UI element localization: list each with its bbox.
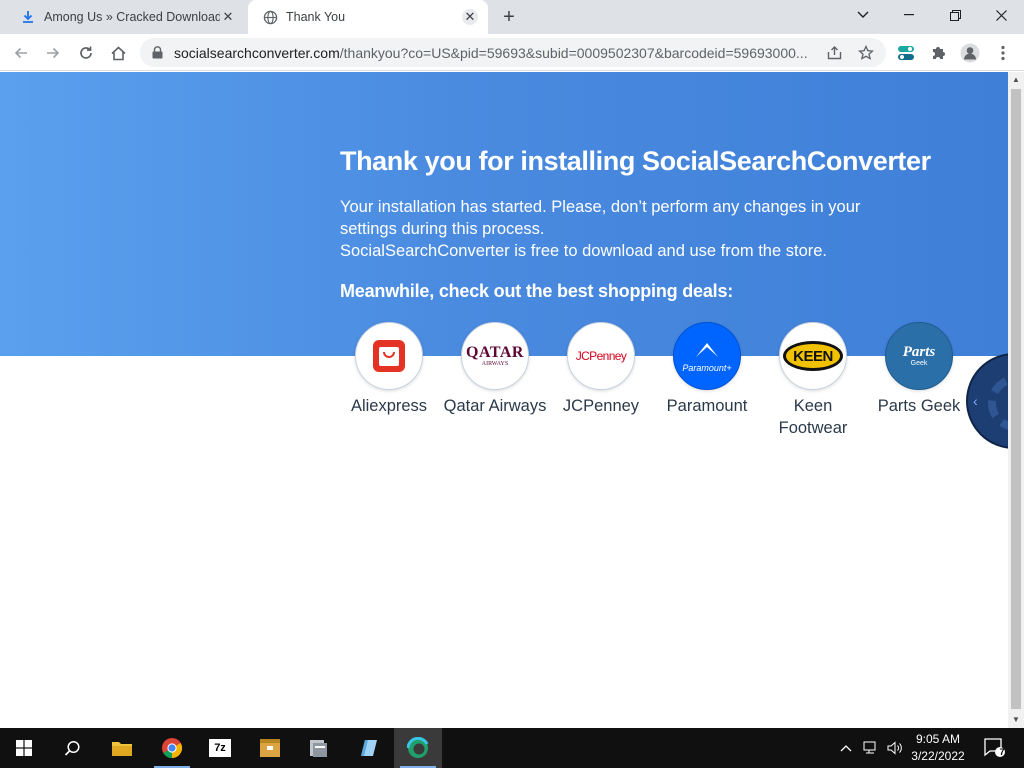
sevenzip-icon[interactable]: 7z — [196, 728, 244, 768]
parts-geek-logo-sub: Geek — [910, 359, 928, 367]
notepad-icon[interactable] — [344, 728, 392, 768]
new-tab-icon[interactable]: + — [498, 7, 520, 27]
clock-time: 9:05 AM — [915, 732, 961, 746]
floating-side-widget[interactable]: ‹ — [966, 353, 1008, 449]
deal-keen-footwear[interactable]: KEEN Keen Footwear — [760, 322, 866, 439]
scroll-up-arrow-icon[interactable]: ▲ — [1008, 72, 1024, 88]
deal-label[interactable]: Paramount — [654, 395, 760, 417]
download-icon — [20, 9, 36, 25]
notification-count-badge: 7 — [999, 747, 1005, 757]
windows-taskbar: 7z 9:05 AM 3/22/2022 7 — [0, 728, 1024, 768]
page-viewport: Thank you for installing SocialSearchCon… — [0, 72, 1008, 728]
chevron-left-icon[interactable]: ‹ — [973, 393, 978, 409]
install-message: Your installation has started. Please, d… — [340, 196, 900, 262]
clock-date: 3/22/2022 — [911, 749, 965, 763]
qatar-airways-logo-icon[interactable]: QATAR AIRWAYS — [461, 322, 529, 390]
restore-icon[interactable] — [932, 0, 978, 30]
url-path: /thankyou?co=US&pid=59693&subid=00095023… — [339, 44, 808, 61]
tab-strip: Among Us » Cracked Download | ✕ Thank Yo… — [0, 0, 1024, 34]
qatar-logo-sub: AIRWAYS — [481, 360, 509, 367]
volume-icon[interactable] — [884, 728, 906, 768]
deal-qatar-airways[interactable]: QATAR AIRWAYS Qatar Airways — [442, 322, 548, 417]
sevenzip-label: 7z — [209, 739, 231, 757]
share-icon[interactable] — [824, 44, 844, 62]
vertical-scrollbar[interactable]: ▲ ▼ — [1008, 72, 1024, 728]
minimize-icon[interactable] — [886, 0, 932, 30]
forward-icon[interactable] — [40, 40, 66, 66]
tab-title: Among Us » Cracked Download | — [44, 10, 220, 24]
back-icon[interactable] — [8, 40, 34, 66]
action-center-icon[interactable]: 7 — [980, 728, 1010, 768]
deal-jcpenney[interactable]: JCPenney JCPenney — [548, 322, 654, 417]
url-text: socialsearchconverter.com/thankyou?co=US… — [174, 45, 814, 61]
paramount-logo-text: Paramount+ — [682, 362, 732, 373]
start-windows-icon[interactable] — [0, 728, 48, 768]
chrome-icon[interactable] — [148, 728, 196, 768]
tab-thank-you[interactable]: Thank You ✕ — [248, 0, 488, 34]
extension-toggle-icon[interactable] — [893, 40, 919, 66]
address-bar[interactable]: socialsearchconverter.com/thankyou?co=US… — [140, 38, 886, 67]
install-message-line-2: SocialSearchConverter is free to downloa… — [340, 242, 828, 260]
deal-label[interactable]: Aliexpress — [336, 395, 442, 417]
scroll-down-arrow-icon[interactable]: ▼ — [1008, 712, 1024, 728]
installer-icon[interactable] — [294, 728, 342, 768]
deals-heading: Meanwhile, check out the best shopping d… — [340, 281, 734, 301]
reload-icon[interactable] — [73, 40, 99, 66]
tab-title: Thank You — [286, 10, 346, 24]
edge-browser-icon[interactable] — [394, 728, 442, 768]
extensions-puzzle-icon[interactable] — [925, 40, 951, 66]
network-icon[interactable] — [860, 728, 882, 768]
deal-label[interactable]: Parts Geek — [866, 395, 972, 417]
profile-avatar-icon[interactable] — [957, 40, 983, 66]
aliexpress-logo-icon[interactable] — [355, 322, 423, 390]
menu-kebab-icon[interactable] — [990, 40, 1016, 66]
deal-paramount[interactable]: Paramount+ Paramount — [654, 322, 760, 417]
file-explorer-icon[interactable] — [98, 728, 146, 768]
home-icon[interactable] — [105, 40, 131, 66]
tab-close-icon[interactable]: ✕ — [220, 9, 236, 25]
browser-toolbar: socialsearchconverter.com/thankyou?co=US… — [0, 34, 1024, 71]
jcpenney-logo-icon[interactable]: JCPenney — [567, 322, 635, 390]
scroll-thumb[interactable] — [1011, 89, 1021, 709]
lock-icon[interactable] — [152, 46, 166, 59]
gear-icon — [988, 375, 1008, 431]
globe-icon — [262, 9, 278, 25]
keen-logo-icon[interactable]: KEEN — [779, 322, 847, 390]
archive-box-icon[interactable] — [246, 728, 294, 768]
tab-search-icon[interactable] — [840, 0, 886, 30]
paramount-logo-icon[interactable]: Paramount+ — [673, 322, 741, 390]
bookmark-star-icon[interactable] — [856, 44, 876, 62]
tab-among-us[interactable]: Among Us » Cracked Download | ✕ — [6, 0, 246, 34]
deal-aliexpress[interactable]: Aliexpress — [336, 322, 442, 417]
jcpenney-logo-text: JCPenney — [575, 349, 627, 363]
parts-geek-logo-icon[interactable]: Parts Geek — [885, 322, 953, 390]
search-icon[interactable] — [48, 728, 96, 768]
deal-label[interactable]: JCPenney — [548, 395, 654, 417]
parts-geek-logo-text: Parts — [902, 343, 936, 360]
install-message-line-1: Your installation has started. Please, d… — [340, 198, 861, 238]
system-clock[interactable]: 9:05 AM 3/22/2022 — [906, 731, 970, 765]
tab-close-icon[interactable]: ✕ — [462, 9, 478, 25]
page-title: Thank you for installing SocialSearchCon… — [340, 146, 931, 176]
keen-logo-text: KEEN — [793, 347, 833, 365]
qatar-logo-text: QATAR — [466, 343, 524, 361]
tray-expand-chevron-icon[interactable] — [836, 728, 856, 768]
deal-parts-geek[interactable]: Parts Geek Parts Geek — [866, 322, 972, 417]
deal-label[interactable]: Qatar Airways — [442, 395, 548, 417]
url-domain: socialsearchconverter.com — [174, 44, 340, 61]
close-window-icon[interactable] — [978, 0, 1024, 30]
deal-label[interactable]: Keen Footwear — [760, 395, 866, 439]
